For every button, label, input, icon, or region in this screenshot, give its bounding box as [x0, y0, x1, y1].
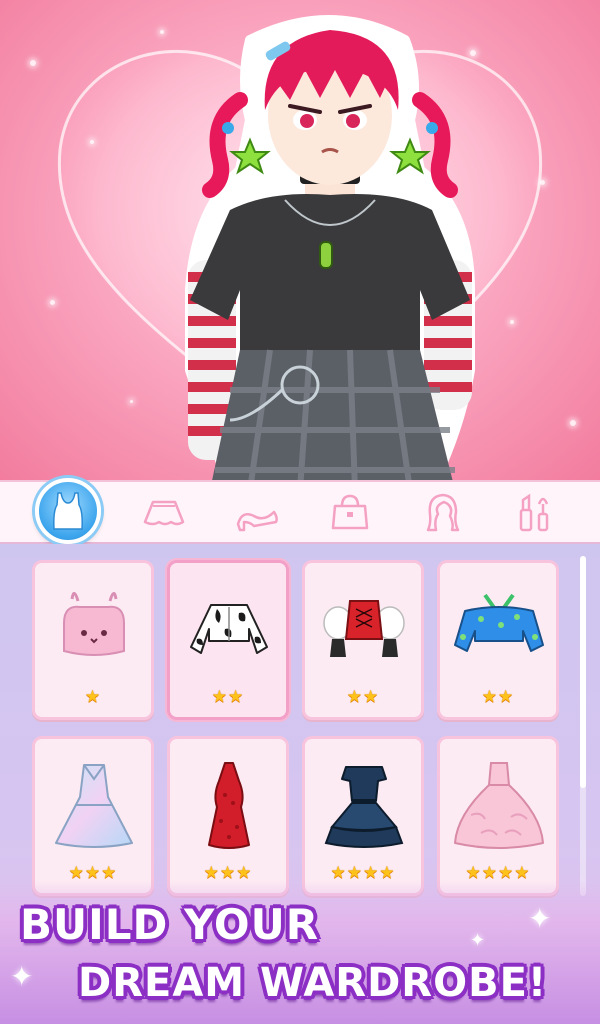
tab-tops[interactable]: [34, 478, 101, 544]
tab-hair[interactable]: [413, 482, 473, 542]
hair-icon: [426, 493, 459, 532]
handbag-icon: [331, 494, 368, 530]
rating-stars: ★★: [211, 687, 245, 707]
item-grid: ★ ★★ ★★ ★★ ★★★ ★★★ ★★★★ ★★★★: [32, 560, 560, 896]
red-halter-dress-icon: [208, 762, 250, 849]
rating-stars: ★: [84, 687, 102, 707]
bunny-crop-top-icon: [63, 592, 125, 656]
tank-top-icon: [52, 492, 83, 530]
item-card-navy-ruffle-dress[interactable]: ★★★★: [302, 736, 424, 896]
sparkle-icon: ✦: [10, 960, 34, 993]
item-card-holographic-dress[interactable]: ★★★: [32, 736, 154, 896]
character-avatar: [185, 15, 475, 480]
rating-stars: ★★: [346, 687, 380, 707]
holographic-dress-icon: [55, 764, 133, 848]
blue-star-top-icon: [454, 593, 544, 652]
high-heel-icon: [236, 510, 278, 532]
pink-ball-gown-icon: [454, 762, 544, 849]
tab-makeup[interactable]: [506, 482, 566, 542]
scrollbar[interactable]: [580, 556, 586, 896]
tab-skirts[interactable]: [134, 482, 194, 542]
item-card-cow-print-crop-jacket[interactable]: ★★: [167, 560, 289, 720]
banner-headline-line-2: DREAM WARDROBE!: [78, 960, 548, 1006]
tab-shoes[interactable]: [227, 482, 287, 542]
item-card-red-corset-puff-sleeves[interactable]: ★★: [302, 560, 424, 720]
makeup-icon: [519, 493, 548, 532]
item-card-red-halter-dress[interactable]: ★★★: [167, 736, 289, 896]
tab-bags[interactable]: [320, 482, 380, 542]
scrollbar-thumb[interactable]: [580, 556, 586, 788]
category-tab-bar: [0, 478, 600, 544]
cow-print-jacket-icon: [190, 604, 268, 654]
navy-ruffle-dress-icon: [324, 766, 404, 848]
sparkle-icon: ✦: [470, 930, 486, 951]
item-card-blue-star-off-shoulder[interactable]: ★★: [437, 560, 559, 720]
rating-stars: ★★: [481, 687, 515, 707]
banner-headline-line-1: BUILD YOUR: [20, 900, 320, 949]
character-stage: [0, 0, 600, 480]
red-corset-top-icon: [323, 600, 405, 657]
sparkle-icon: ✦: [528, 902, 552, 935]
skirt-icon: [143, 500, 184, 526]
item-card-pink-ball-gown[interactable]: ★★★★: [437, 736, 559, 896]
item-card-bunny-crop-top[interactable]: ★: [32, 560, 154, 720]
